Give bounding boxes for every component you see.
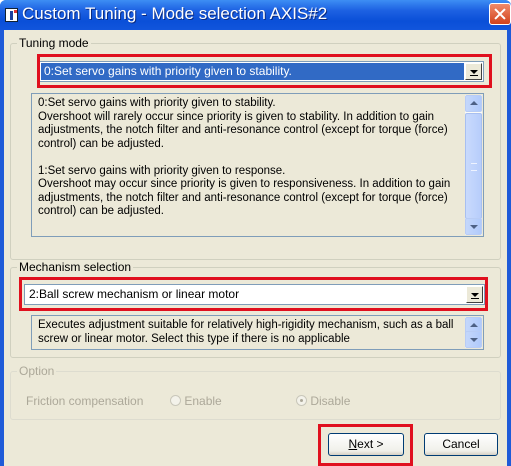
next-label: ext > (357, 437, 384, 451)
scroll-thumb[interactable] (465, 113, 482, 219)
window-title: Custom Tuning - Mode selection AXIS#2 (22, 4, 328, 23)
friction-enable-radio[interactable]: Enable (170, 394, 222, 408)
app-icon (5, 8, 18, 22)
tuning-mode-description-text: 0:Set servo gains with priority given to… (38, 97, 451, 217)
mechanism-selected-value: 2:Ball screw mechanism or linear motor (29, 287, 240, 301)
scroll-down-icon[interactable] (465, 218, 482, 235)
tuning-mode-selected-value: 0:Set servo gains with priority given to… (41, 63, 464, 80)
enable-label: Enable (184, 394, 222, 408)
title-bar[interactable]: Custom Tuning - Mode selection AXIS#2 (0, 0, 511, 30)
radio-unchecked-icon (170, 395, 181, 406)
radio-checked-icon (296, 395, 307, 406)
option-legend: Option (19, 364, 55, 378)
mechanism-scrollbar[interactable] (465, 317, 482, 348)
chevron-down-icon[interactable] (466, 286, 483, 303)
option-group: Option (10, 364, 501, 420)
friction-compensation-label: Friction compensation (26, 394, 144, 408)
scroll-down-icon[interactable] (465, 331, 482, 348)
mechanism-description[interactable]: Executes adjustment suitable for relativ… (31, 315, 484, 350)
close-icon[interactable] (489, 3, 511, 25)
friction-disable-radio[interactable]: Disable (296, 394, 350, 408)
dialog-window: Custom Tuning - Mode selection AXIS#2 Tu… (0, 0, 511, 466)
dialog-client-area: Tuning mode 0:Set servo gains with prior… (4, 30, 507, 466)
mechanism-dropdown[interactable]: 2:Ball screw mechanism or linear motor (24, 284, 485, 305)
mechanism-description-text: Executes adjustment suitable for relativ… (38, 319, 454, 345)
scroll-up-icon[interactable] (465, 95, 482, 112)
tuning-mode-description[interactable]: 0:Set servo gains with priority given to… (31, 93, 484, 237)
next-button[interactable]: Next > (328, 433, 404, 456)
disable-label: Disable (310, 394, 351, 408)
mechanism-selection-legend: Mechanism selection (19, 260, 132, 274)
next-mnemonic: N (348, 437, 358, 451)
tuning-mode-scrollbar[interactable] (465, 95, 482, 235)
tuning-mode-dropdown[interactable]: 0:Set servo gains with priority given to… (39, 61, 484, 82)
cancel-button[interactable]: Cancel (424, 433, 498, 456)
chevron-down-icon[interactable] (465, 63, 482, 80)
tuning-mode-legend: Tuning mode (19, 36, 89, 50)
